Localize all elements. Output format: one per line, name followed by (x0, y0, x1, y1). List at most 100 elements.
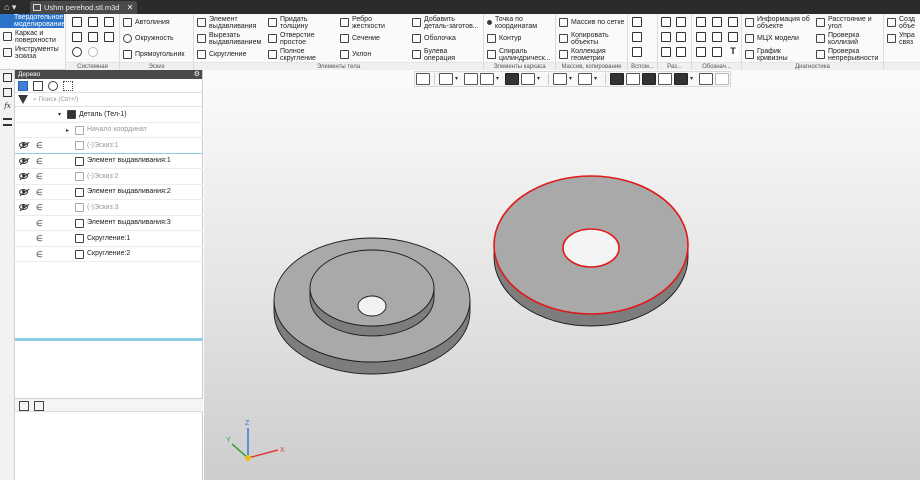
dimension-chain-icon[interactable] (676, 47, 686, 57)
manage-links-button[interactable]: Упра связ (887, 31, 915, 46)
include-in-calc-icon[interactable]: ∈ (36, 250, 43, 259)
create-object-button[interactable]: Созд объе (887, 15, 915, 30)
full-round-button[interactable]: Полное скругление (268, 47, 316, 62)
rib-button[interactable]: Ребро жесткости (340, 15, 385, 30)
mark-icon[interactable] (712, 32, 722, 42)
distance-angle-button[interactable]: Расстояние и угол (816, 15, 872, 30)
leader-icon[interactable] (728, 17, 738, 27)
tree-row[interactable]: ∈ Скругление:1 (15, 231, 203, 247)
tree-grid-icon[interactable] (63, 81, 73, 91)
preview-icon[interactable] (88, 32, 98, 42)
tree-row[interactable]: ∈ Элемент выдавливания:3 (15, 216, 203, 231)
text-icon[interactable]: T (728, 47, 738, 57)
thicken-button[interactable]: Придать толщину (268, 15, 308, 30)
mode-sketch-tools-button[interactable]: Инструменты эскиза (3, 45, 59, 60)
tree-search-input[interactable]: ⌕ Поиск (Ctrl+/) (33, 96, 78, 104)
rectangle-button[interactable]: Прямоугольник (123, 47, 184, 61)
line-mark-icon[interactable] (712, 47, 722, 57)
include-in-calc-icon[interactable]: ∈ (36, 188, 43, 197)
gear-icon[interactable]: ⚙ (194, 70, 200, 79)
visibility-eye-icon[interactable] (19, 203, 30, 212)
layers-icon[interactable] (3, 118, 12, 126)
include-in-calc-icon[interactable]: ∈ (36, 157, 43, 166)
visibility-eye-icon[interactable] (19, 141, 30, 150)
continuity-check-button[interactable]: Проверка непрерывности (816, 47, 878, 62)
undo-icon[interactable] (72, 47, 82, 57)
dimension-diameter-icon[interactable] (676, 17, 686, 27)
collision-check-button[interactable]: Проверка коллизий (816, 31, 859, 46)
include-in-calc-icon[interactable]: ∈ (36, 141, 43, 150)
add-blank-part-button[interactable]: Добавить деталь-заготов... (412, 15, 479, 30)
tree-row[interactable]: ∈ Скругление:2 (15, 247, 203, 262)
document-tab[interactable]: Ushm perehod.stl.m3d ✕ (30, 1, 138, 14)
curvature-graph-button[interactable]: График кривизны (745, 47, 788, 62)
open-folder-icon[interactable] (88, 17, 98, 27)
close-tab-icon[interactable]: ✕ (127, 1, 134, 14)
tree-row[interactable]: ∈ (-)Эскиз:3 (15, 200, 203, 216)
aux-plane-icon[interactable] (632, 17, 642, 27)
object-info-button[interactable]: Информация об объекте (745, 15, 810, 30)
secondary-tree-icon[interactable] (19, 401, 29, 411)
roughness-icon[interactable] (696, 17, 706, 27)
tree-row[interactable]: ∈ Элемент выдавливания:2 (15, 185, 203, 200)
dimension-radius-icon[interactable] (661, 32, 671, 42)
tree-row[interactable]: ∈ (-)Эскиз:1 (15, 138, 203, 154)
autoline-button[interactable]: Автолиния (123, 15, 170, 29)
copy-objects-button[interactable]: Копировать объекты (559, 31, 609, 46)
tree-row[interactable]: ∈ (-)Эскиз:2 (15, 169, 203, 185)
mode-wireframe-button[interactable]: Каркас и поверхности (3, 29, 56, 44)
grid-array-button[interactable]: Массив по сетке (559, 15, 624, 29)
visibility-eye-icon[interactable] (19, 172, 30, 181)
filter-funnel-icon[interactable] (18, 95, 28, 104)
contour-button[interactable]: Контур (487, 31, 521, 45)
tree-row[interactable]: ▸ Начало координат (15, 123, 203, 138)
expand-arrow-icon[interactable]: ▾ (58, 111, 61, 118)
mass-properties-button[interactable]: МЦХ модели (745, 31, 799, 45)
helix-button[interactable]: Спираль цилиндрическ... (487, 47, 551, 62)
position-icon[interactable] (696, 47, 706, 57)
dimension-auto-icon[interactable] (661, 47, 671, 57)
tree-filter-bodies-icon[interactable] (48, 81, 58, 91)
tree-row[interactable]: ∈ Элемент выдавливания:1 (15, 154, 203, 169)
dimension-angle-icon[interactable] (676, 32, 686, 42)
expand-arrow-icon[interactable]: ▸ (66, 127, 69, 134)
boolean-button[interactable]: Булева операция (412, 47, 455, 62)
tree-row[interactable]: ▾ Деталь (Тел-1) (15, 107, 203, 123)
include-in-calc-icon[interactable]: ∈ (36, 219, 43, 228)
include-in-calc-icon[interactable]: ∈ (36, 172, 43, 181)
geometry-collection-button[interactable]: Коллекция геометрии (559, 47, 606, 62)
aux-point-icon[interactable] (632, 47, 642, 57)
save-icon[interactable] (104, 17, 114, 27)
tree-structure-icon[interactable] (18, 81, 28, 91)
extrude-button[interactable]: Элемент выдавливания (197, 15, 256, 30)
circle-button[interactable]: Окружность (123, 31, 174, 45)
cut-extrude-button[interactable]: Вырезать выдавливанием (197, 31, 261, 46)
redo-icon[interactable] (88, 47, 98, 57)
simple-hole-button[interactable]: Отверстие простое (268, 31, 315, 46)
visibility-eye-icon[interactable] (19, 157, 30, 165)
weld-icon[interactable] (728, 32, 738, 42)
point-by-coords-button[interactable]: Точка по координатам (487, 15, 537, 30)
parameters-panel-icon[interactable] (3, 88, 12, 97)
3d-viewport[interactable]: ▾ ▾ ▾ ▾ ▾ ▾ Z X Y (204, 70, 920, 480)
dimension-linear-icon[interactable] (661, 17, 671, 27)
new-file-icon[interactable] (72, 17, 82, 27)
visibility-eye-icon[interactable] (19, 188, 30, 196)
tree-view-icon[interactable] (33, 81, 43, 91)
section-button[interactable]: Сечение (340, 31, 380, 45)
variables-fx-icon[interactable]: fx (3, 103, 12, 112)
draft-button[interactable]: Уклон (340, 47, 371, 61)
secondary-properties-icon[interactable] (34, 401, 44, 411)
shell-button[interactable]: Оболочка (412, 31, 456, 45)
tree-panel-icon[interactable] (3, 73, 12, 82)
mode-solid-modeling-button[interactable]: Твердотельное моделирование (0, 14, 65, 28)
home-icon[interactable]: ⌂ ▾ (0, 0, 26, 14)
print-icon[interactable] (72, 32, 82, 42)
fillet-button[interactable]: Скругление (197, 47, 246, 61)
tolerance-icon[interactable] (712, 17, 722, 27)
include-in-calc-icon[interactable]: ∈ (36, 203, 43, 212)
aux-axis-icon[interactable] (632, 32, 642, 42)
flat-washer-part[interactable] (493, 175, 689, 327)
properties-icon[interactable] (104, 32, 114, 42)
stepped-washer-part[interactable] (273, 237, 471, 375)
